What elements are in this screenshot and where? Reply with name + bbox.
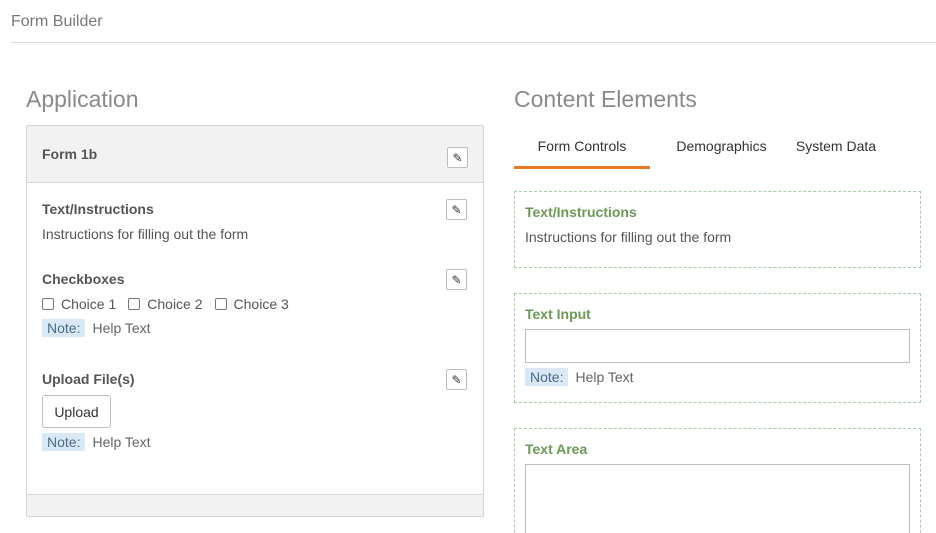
- tab-demographics[interactable]: Demographics: [650, 133, 793, 169]
- content-elements-title: Content Elements: [514, 86, 697, 112]
- element-label: Text/Instructions: [525, 204, 637, 220]
- application-title: Application: [26, 86, 139, 112]
- edit-text-instructions-button[interactable]: ✎: [446, 199, 467, 220]
- pencil-icon: ✎: [451, 202, 462, 217]
- note-text: Help Text: [92, 320, 151, 336]
- element-text-input[interactable]: Text Input Note: Help Text: [514, 293, 921, 403]
- application-form-panel: Form 1b ✎ Text/Instructions Instructions…: [26, 125, 484, 517]
- help-note: Note: Help Text: [42, 433, 151, 451]
- checkbox-label: Choice 3: [233, 296, 289, 312]
- field-label: Text/Instructions: [42, 201, 154, 217]
- edit-form-button[interactable]: ✎: [447, 147, 468, 168]
- pencil-icon: ✎: [451, 272, 462, 287]
- page-title: Form Builder: [11, 13, 103, 30]
- element-label: Text Input: [525, 306, 591, 322]
- pencil-icon: ✎: [451, 372, 462, 387]
- text-input-field[interactable]: [525, 329, 910, 363]
- edit-checkboxes-button[interactable]: ✎: [446, 269, 467, 290]
- checkbox[interactable]: [42, 298, 54, 310]
- checkbox[interactable]: [128, 298, 141, 310]
- field-text-instructions: Text/Instructions Instructions for filli…: [42, 201, 248, 242]
- checkbox-label: Choice 2: [147, 296, 203, 312]
- field-checkboxes: Checkboxes Choice 1 Choice 2 Choice 3 No…: [42, 271, 301, 337]
- form-panel-header: Form 1b ✎: [27, 126, 483, 183]
- tab-system-data[interactable]: System Data: [793, 133, 879, 169]
- tab-form-controls[interactable]: Form Controls: [514, 133, 650, 169]
- checkbox-choice-2[interactable]: Choice 2: [128, 296, 203, 312]
- element-text-area[interactable]: Text Area: [514, 428, 921, 533]
- note-text: Help Text: [575, 369, 634, 385]
- note-tag: Note:: [42, 433, 86, 451]
- checkbox-choice-3[interactable]: Choice 3: [214, 296, 289, 312]
- help-note: Note: Help Text: [525, 368, 634, 386]
- content-tabs: Form Controls Demographics System Data: [514, 133, 879, 169]
- checkbox-label: Choice 1: [61, 296, 117, 312]
- element-text: Instructions for filling out the form: [525, 229, 732, 245]
- edit-upload-button[interactable]: ✎: [446, 369, 467, 390]
- note-tag: Note:: [525, 368, 569, 386]
- field-label: Upload File(s): [42, 371, 135, 387]
- header-divider: [11, 42, 936, 43]
- note-text: Help Text: [92, 434, 151, 450]
- text-area-field[interactable]: [525, 464, 910, 533]
- checkbox-group: Choice 1 Choice 2 Choice 3: [42, 296, 301, 312]
- upload-button[interactable]: Upload: [42, 395, 111, 428]
- field-label: Checkboxes: [42, 271, 125, 287]
- help-note: Note: Help Text: [42, 319, 301, 337]
- element-text-instructions[interactable]: Text/Instructions Instructions for filli…: [514, 191, 921, 268]
- checkbox-choice-1[interactable]: Choice 1: [42, 296, 116, 312]
- element-label: Text Area: [525, 441, 588, 457]
- checkbox[interactable]: [214, 298, 227, 310]
- pencil-icon: ✎: [452, 150, 463, 165]
- field-upload: Upload File(s) Upload Note: Help Text: [42, 371, 151, 451]
- field-instructions-text: Instructions for filling out the form: [42, 226, 249, 242]
- form-name: Form 1b: [42, 146, 98, 162]
- note-tag: Note:: [42, 319, 86, 337]
- form-panel-footer: [27, 494, 483, 516]
